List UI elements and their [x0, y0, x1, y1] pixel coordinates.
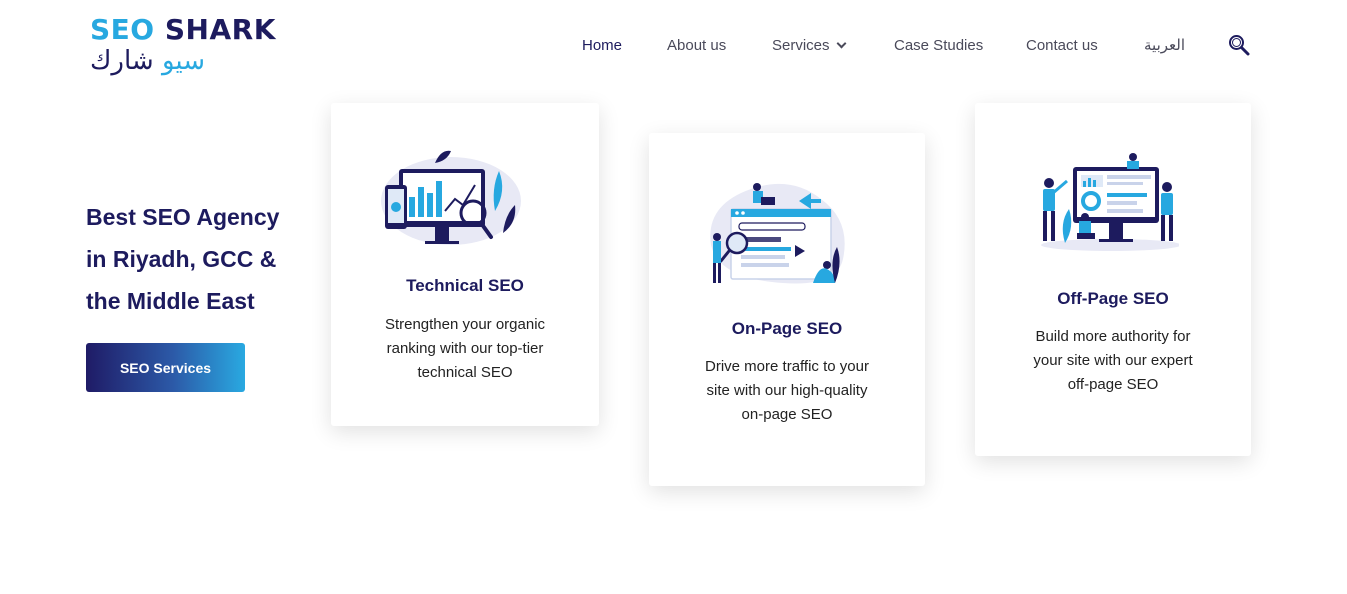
hero-title: Best SEO Agency in Riyadh, GCC & the Mid…: [86, 204, 280, 314]
on-page-seo-illustration: [710, 183, 845, 284]
card-technical-seo[interactable]: Technical SEO Strengthen your organic ra…: [331, 103, 599, 426]
technical-seo-illustration: [381, 150, 521, 245]
nav-services-label: Services: [772, 37, 830, 54]
card-description: Drive more traffic to your site with our…: [705, 358, 869, 423]
card-off-page-seo[interactable]: Off-Page SEO Build more authority for yo…: [975, 103, 1251, 456]
card-title: Off-Page SEO: [1057, 289, 1169, 308]
nav-language-arabic[interactable]: العربية: [1144, 34, 1185, 58]
nav-about[interactable]: About us: [667, 34, 726, 58]
nav-services[interactable]: Services: [772, 34, 846, 58]
card-on-page-seo[interactable]: On-Page SEO Drive more traffic to your s…: [649, 133, 925, 486]
off-page-seo-illustration: [1041, 153, 1179, 251]
nav-home[interactable]: Home: [582, 34, 622, 58]
chevron-down-icon: [836, 38, 846, 49]
card-description: Strengthen your organic ranking with our…: [384, 316, 546, 381]
seo-services-button[interactable]: SEO Services: [86, 343, 245, 392]
logo[interactable]: SEO SHARK سيو شارك: [90, 14, 290, 78]
card-title: Technical SEO: [406, 276, 524, 295]
nav-contact[interactable]: Contact us: [1026, 34, 1098, 58]
nav-case-studies[interactable]: Case Studies: [894, 34, 983, 58]
card-description: Build more authority for your site with …: [1033, 328, 1193, 393]
search-icon[interactable]: [1228, 34, 1250, 56]
logo-text-ar: سيو شارك: [90, 46, 206, 76]
card-title: On-Page SEO: [731, 319, 843, 338]
logo-text-en: SEO SHARK: [90, 13, 276, 46]
